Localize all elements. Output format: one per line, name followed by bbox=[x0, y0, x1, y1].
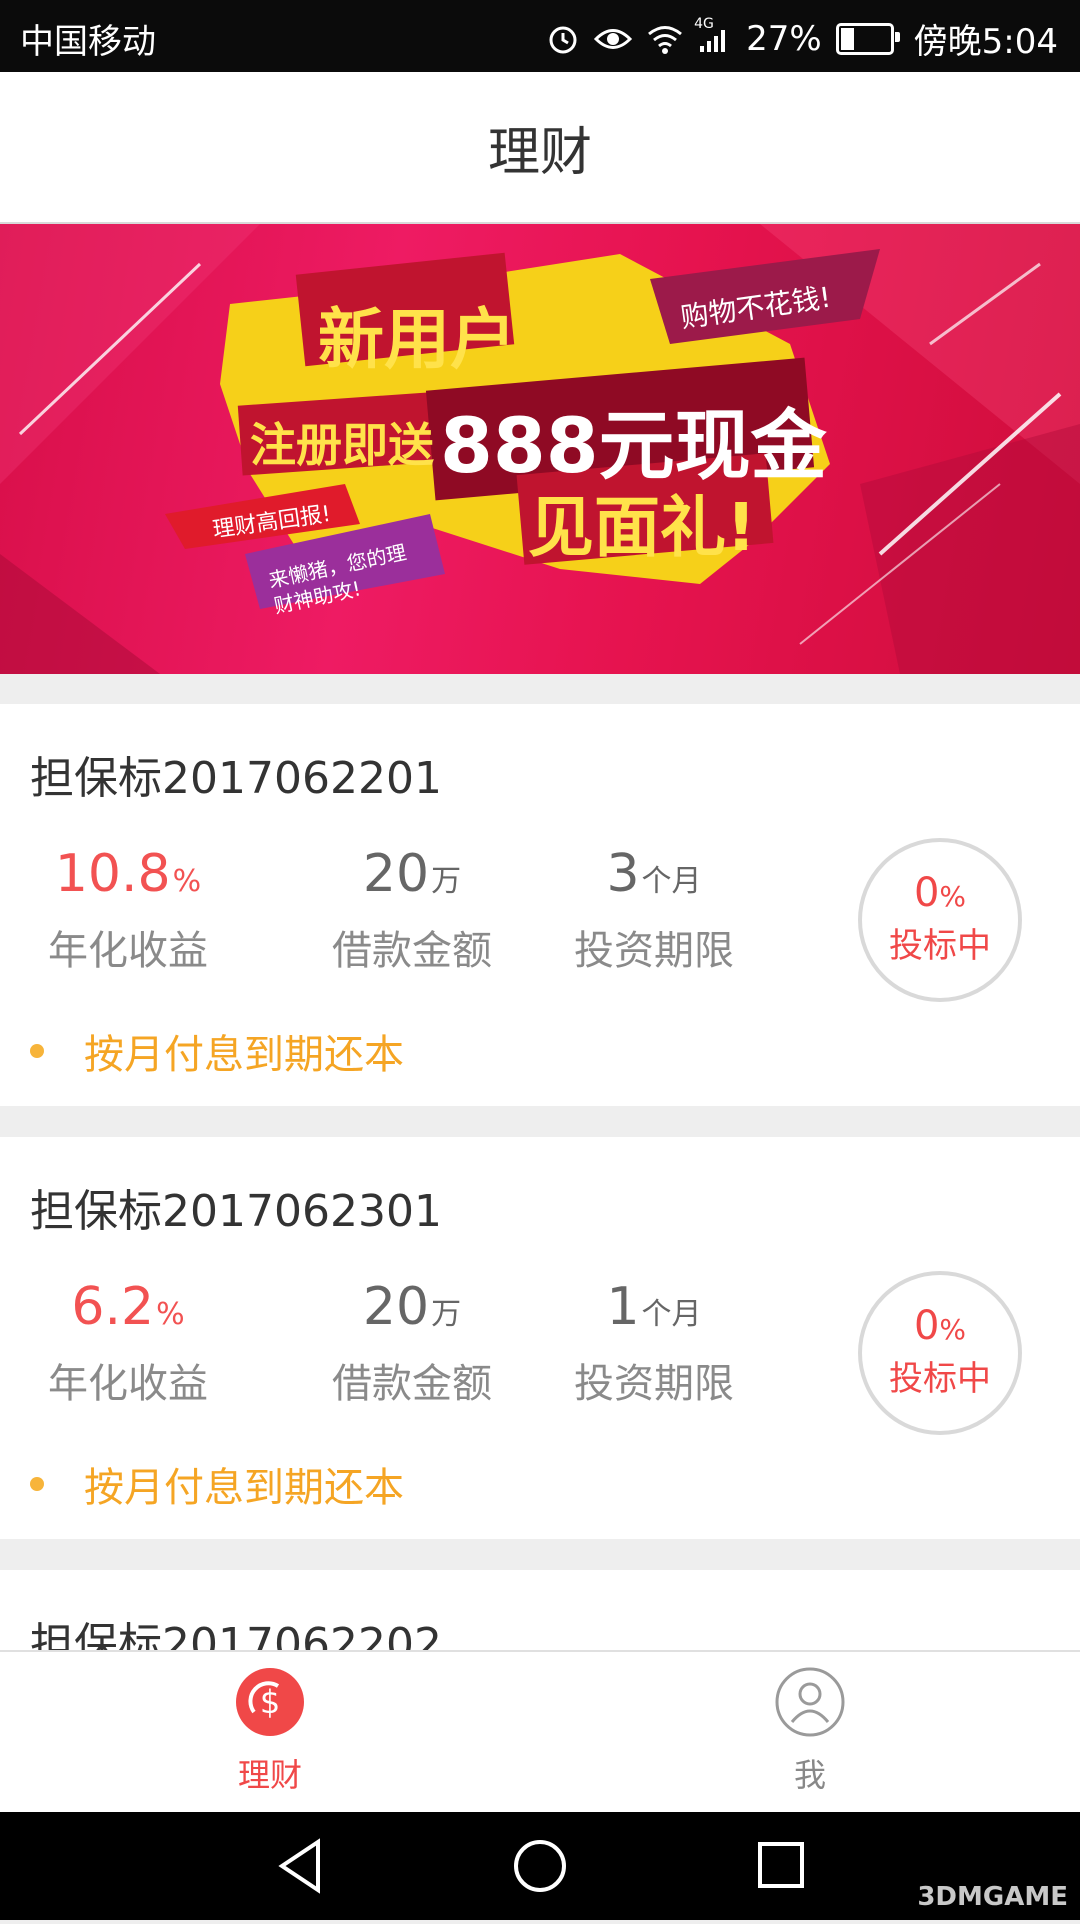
rate-label: 年化收益 bbox=[48, 928, 208, 974]
home-icon[interactable] bbox=[514, 1840, 566, 1892]
bid-status: 投标中 bbox=[889, 1359, 991, 1399]
banner-headline-2a: 注册即送 bbox=[250, 418, 434, 472]
battery-icon bbox=[835, 22, 900, 55]
product-name: 担保标2017062301 bbox=[30, 1186, 442, 1237]
progress-unit: % bbox=[939, 1313, 967, 1346]
term-label: 投资期限 bbox=[574, 1361, 734, 1407]
amount-label: 借款金额 bbox=[332, 1361, 492, 1407]
repayment-method: 按月付息到期还本 bbox=[30, 1455, 404, 1513]
carrier-label: 中国移动 bbox=[20, 22, 156, 62]
repayment-text: 按月付息到期还本 bbox=[84, 1032, 404, 1078]
amount-unit: 万 bbox=[431, 1297, 462, 1332]
nav-label-finance: 理财 bbox=[237, 1756, 302, 1794]
term-value: 3 bbox=[606, 844, 640, 904]
status-bar: 中国移动 4G 27% 傍晚5:04 bbox=[0, 0, 1080, 72]
stat-amount: 20万 借款金额 bbox=[292, 1277, 532, 1409]
finance-icon: $ bbox=[236, 1668, 304, 1736]
clock: 傍晚5:04 bbox=[913, 22, 1058, 62]
product-card[interactable]: 担保标2017062202 bbox=[0, 1570, 1080, 1650]
system-nav-bar: 3DMGAME bbox=[0, 1812, 1080, 1920]
amount-value: 20 bbox=[362, 1277, 430, 1337]
page-title: 理财 bbox=[487, 122, 592, 183]
nav-item-finance[interactable]: $ 理财 bbox=[170, 1666, 370, 1796]
battery-percent: 27% bbox=[746, 18, 822, 59]
progress-value: 0 bbox=[913, 870, 940, 916]
term-label: 投资期限 bbox=[574, 928, 734, 974]
network-label: 4G bbox=[694, 15, 714, 32]
product-card[interactable]: 担保标2017062301 6.2% 年化收益 20万 借款金额 1个月 投资期… bbox=[0, 1137, 1080, 1539]
progress-unit: % bbox=[939, 880, 967, 913]
rate-value: 6.2 bbox=[71, 1277, 155, 1337]
term-unit: 个月 bbox=[641, 864, 702, 899]
stat-rate: 10.8% 年化收益 bbox=[8, 844, 248, 976]
svg-text:$: $ bbox=[260, 1683, 280, 1721]
progress-value: 0 bbox=[913, 1303, 940, 1349]
rate-unit: % bbox=[156, 1297, 185, 1332]
signal-icon: 4G bbox=[694, 16, 732, 54]
bullet-dot bbox=[30, 1477, 44, 1491]
app-header: 理财 bbox=[0, 72, 1080, 224]
repayment-method: 按月付息到期还本 bbox=[30, 1022, 404, 1080]
stat-term: 3个月 投资期限 bbox=[534, 844, 774, 976]
stat-rate: 6.2% 年化收益 bbox=[8, 1277, 248, 1409]
banner-headline-1: 新用户 bbox=[318, 301, 516, 378]
status-icons: 4G 27% 傍晚5:04 bbox=[546, 14, 1058, 63]
banner-headline-3: 见面礼! bbox=[528, 489, 757, 566]
progress-circle: 0% 投标中 bbox=[858, 1271, 1022, 1435]
eye-icon bbox=[594, 24, 633, 54]
back-icon[interactable] bbox=[278, 1838, 320, 1894]
amount-value: 20 bbox=[362, 844, 430, 904]
bullet-dot bbox=[30, 1044, 44, 1058]
product-name: 担保标2017062201 bbox=[30, 753, 442, 804]
bid-status: 投标中 bbox=[889, 926, 991, 966]
user-icon bbox=[775, 1667, 845, 1737]
recents-icon[interactable] bbox=[758, 1842, 804, 1888]
product-name: 担保标2017062202 bbox=[30, 1619, 442, 1650]
rate-label: 年化收益 bbox=[48, 1361, 208, 1407]
stat-amount: 20万 借款金额 bbox=[292, 844, 532, 976]
wifi-icon bbox=[646, 24, 684, 54]
term-unit: 个月 bbox=[641, 1297, 702, 1332]
stat-term: 1个月 投资期限 bbox=[534, 1277, 774, 1409]
progress-circle: 0% 投标中 bbox=[858, 838, 1022, 1002]
rate-value: 10.8 bbox=[54, 844, 171, 904]
product-card[interactable]: 担保标2017062201 10.8% 年化收益 20万 借款金额 3个月 投资… bbox=[0, 704, 1080, 1106]
term-value: 1 bbox=[606, 1277, 640, 1337]
promo-banner[interactable]: 新用户 注册即送 888元现金 见面礼! 购物不花钱! 理财高回报! 来懒猪，您… bbox=[0, 224, 1080, 674]
alarm-icon bbox=[546, 22, 580, 56]
amount-label: 借款金额 bbox=[332, 928, 492, 974]
nav-label-me: 我 bbox=[793, 1756, 826, 1794]
rate-unit: % bbox=[172, 864, 202, 899]
amount-unit: 万 bbox=[431, 864, 462, 899]
repayment-text: 按月付息到期还本 bbox=[84, 1465, 404, 1511]
watermark: 3DMGAME bbox=[917, 1882, 1068, 1912]
bottom-nav: $ 理财 我 bbox=[0, 1650, 1080, 1814]
nav-item-me[interactable]: 我 bbox=[710, 1666, 910, 1796]
